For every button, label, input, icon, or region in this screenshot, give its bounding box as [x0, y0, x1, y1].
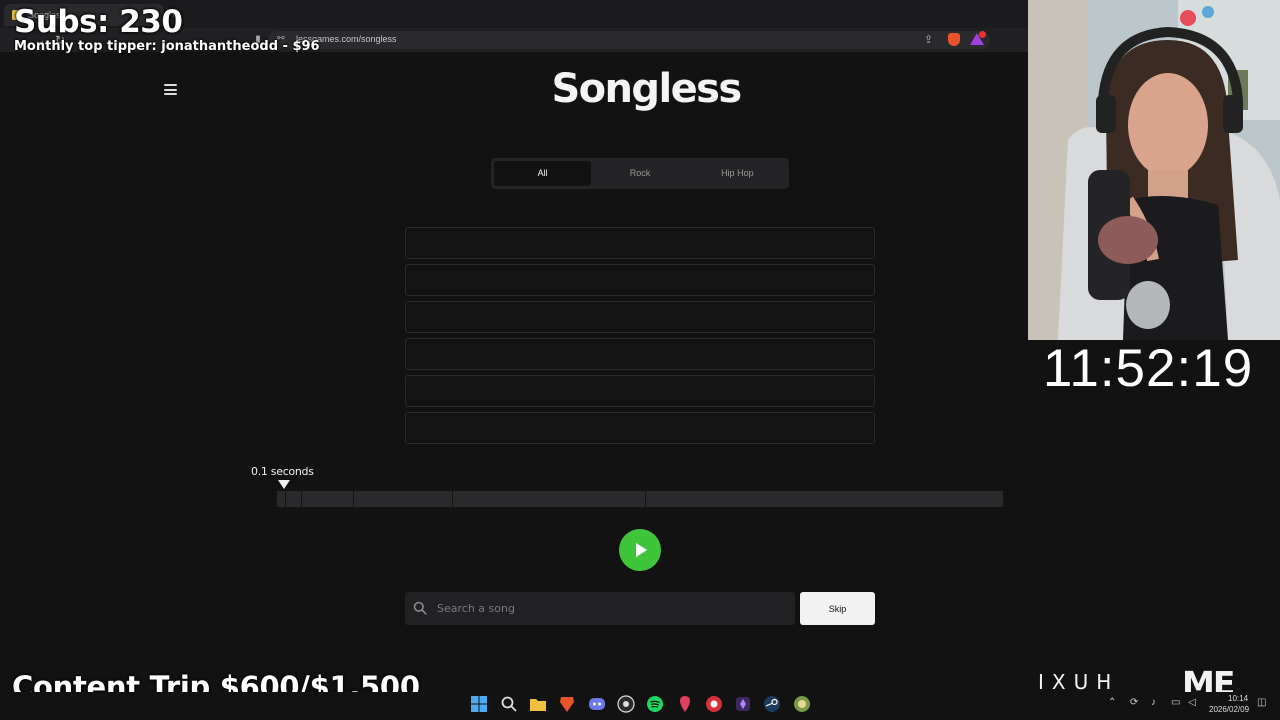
duration-label: 0.1 seconds	[251, 465, 314, 478]
guess-slot	[405, 338, 875, 370]
clock-time[interactable]: 10:14	[1228, 694, 1248, 703]
top-tipper-text: Monthly top tipper: jonathantheodd - $96	[14, 39, 320, 54]
timeline-segment-divider	[645, 491, 646, 507]
notification-icon[interactable]: ◫	[1257, 697, 1266, 708]
audio-timeline	[277, 491, 1003, 507]
taskbar	[0, 692, 1280, 720]
guess-slot	[405, 301, 875, 333]
notification-badge	[979, 31, 986, 38]
guess-slot	[405, 227, 875, 259]
skip-button[interactable]: Skip	[800, 592, 875, 625]
play-button[interactable]	[619, 529, 661, 571]
brave-shields-icon[interactable]	[948, 33, 960, 46]
webcam-feed	[1028, 0, 1280, 340]
tab-rock[interactable]: Rock	[591, 161, 688, 186]
tab-all[interactable]: All	[494, 161, 592, 186]
purple-app-icon[interactable]	[734, 695, 752, 713]
steam-icon[interactable]	[763, 695, 781, 713]
spotify-icon[interactable]	[646, 695, 664, 713]
share-icon[interactable]: ⇪	[924, 33, 933, 46]
genre-tabs: All Rock Hip Hop	[491, 158, 789, 189]
sync-icon[interactable]: ⟳	[1130, 697, 1138, 708]
stream-timer: 11:52:19	[1042, 339, 1254, 398]
timeline-segment-divider	[452, 491, 453, 507]
guess-slot	[405, 264, 875, 296]
chevron-up-icon[interactable]: ⌃	[1108, 697, 1116, 708]
subs-counter: Subs: 230	[14, 4, 183, 40]
tab-hip-hop[interactable]: Hip Hop	[689, 161, 786, 186]
search-icon	[413, 601, 427, 615]
guess-slot	[405, 412, 875, 444]
network-icon[interactable]: ▭	[1171, 697, 1180, 708]
timeline-segment-divider	[285, 491, 286, 507]
timeline-segment-divider	[353, 491, 354, 507]
clock-date[interactable]: 2026/02/09	[1209, 705, 1249, 714]
volume-icon[interactable]: ◁	[1188, 697, 1196, 708]
search-icon[interactable]	[500, 695, 518, 713]
screen: Songless × + ← → ↻ ▮ ⚯ lessgames.com/son…	[0, 0, 1280, 720]
guess-slot	[405, 375, 875, 407]
brave-browser-icon[interactable]	[558, 695, 576, 713]
obs-icon[interactable]	[617, 695, 635, 713]
file-explorer-icon[interactable]	[529, 695, 547, 713]
green-app-icon[interactable]	[793, 695, 811, 713]
webcam-image	[1028, 0, 1280, 340]
search-input[interactable]	[437, 595, 787, 622]
pin-app-icon[interactable]	[676, 695, 694, 713]
play-icon	[636, 543, 647, 557]
timeline-segment-divider	[301, 491, 302, 507]
red-app-icon[interactable]	[705, 695, 723, 713]
windows-start-icon[interactable]	[470, 695, 488, 713]
discord-icon[interactable]	[588, 695, 606, 713]
playhead-marker-icon	[278, 480, 290, 489]
microphone-icon[interactable]: ♪	[1151, 697, 1156, 708]
sponsor-logo: IXUH	[1038, 670, 1120, 694]
